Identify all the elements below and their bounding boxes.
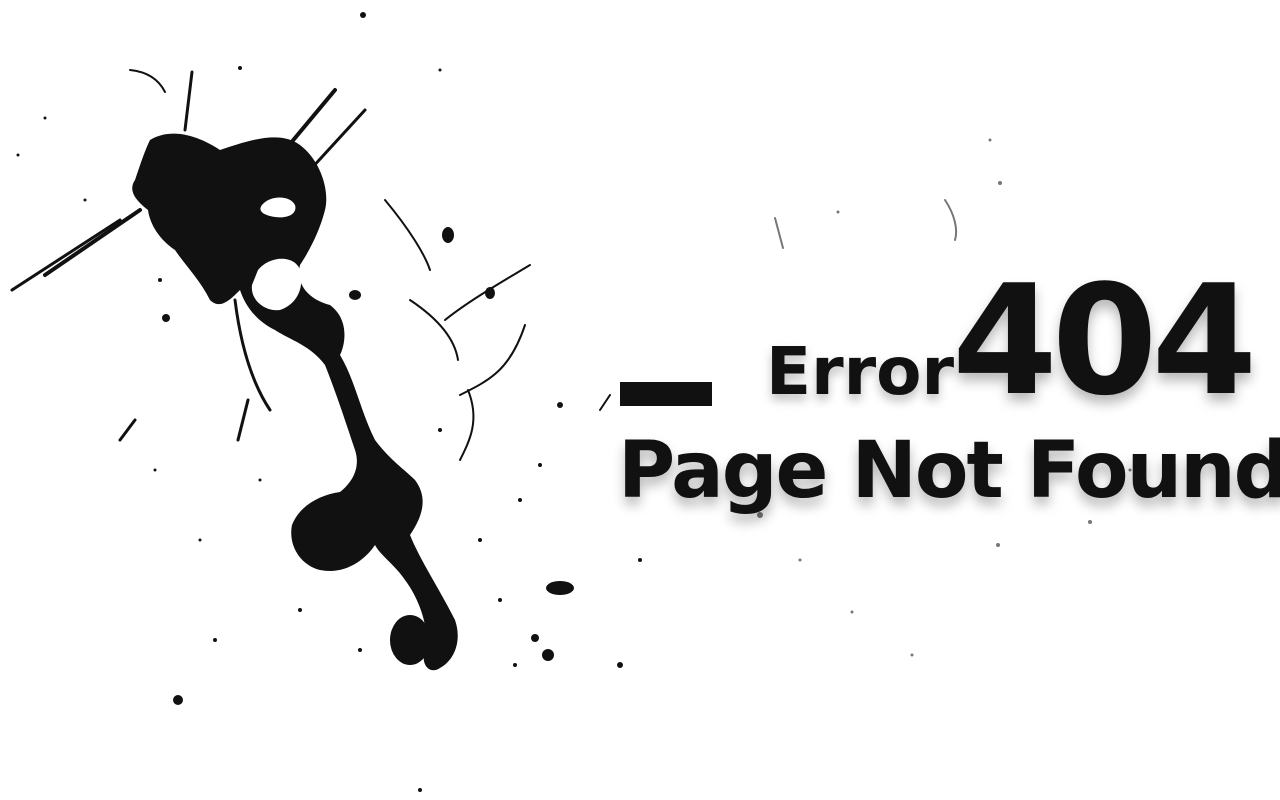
error-label: Error bbox=[766, 333, 955, 410]
error-page: Error 404 Page Not Found bbox=[0, 0, 1280, 800]
error-code: 404 bbox=[952, 252, 1257, 429]
decorative-dash bbox=[620, 382, 712, 406]
error-message: Page Not Found bbox=[618, 426, 1280, 516]
